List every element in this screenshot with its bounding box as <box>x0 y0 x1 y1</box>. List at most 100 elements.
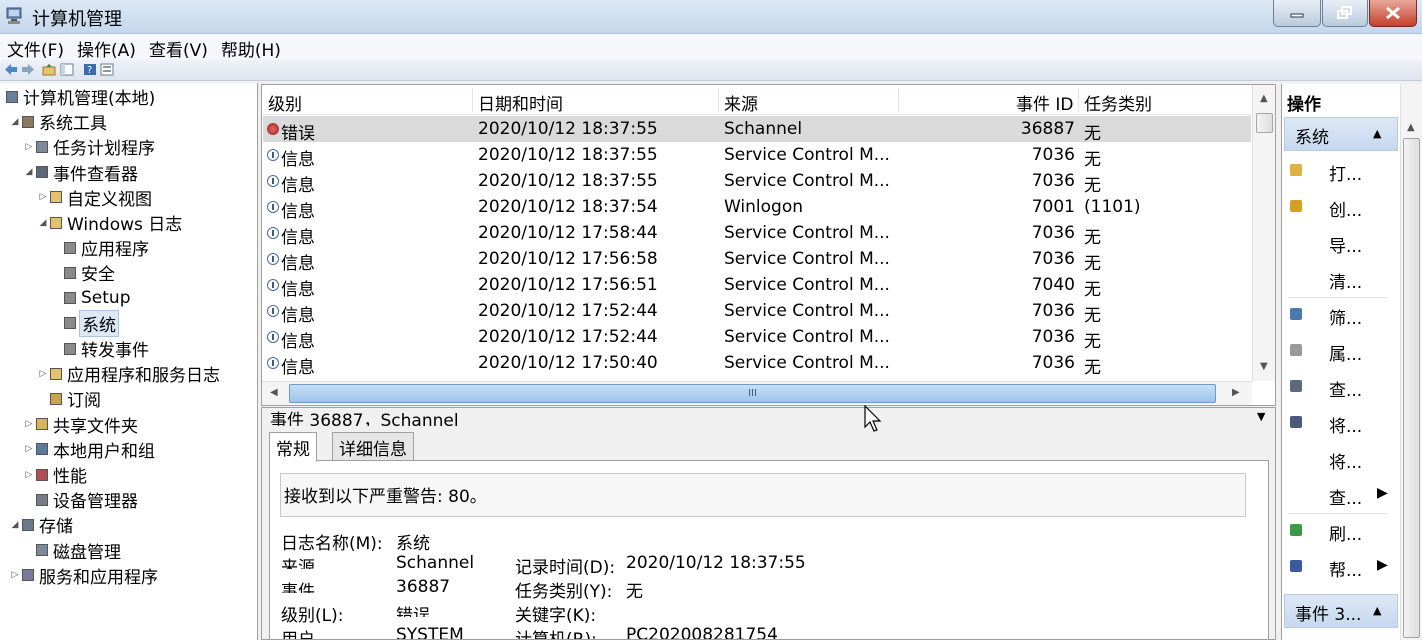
scroll-down-icon[interactable]: ▼ <box>1260 361 1268 372</box>
collapsed-arrow-icon[interactable]: ▷ <box>24 142 34 152</box>
scroll-up-icon[interactable]: ▲ <box>1407 122 1415 133</box>
event-row[interactable]: 信息 2020/10/12 17:56:51 Service Control M..… <box>263 272 1251 300</box>
event-row[interactable]: 信息 2020/10/12 17:56:58 Service Control M..… <box>263 246 1251 274</box>
tree-item[interactable]: 安全 <box>52 260 117 285</box>
tab-details[interactable]: 详细信息 <box>332 432 414 460</box>
show-hide-tree-icon[interactable] <box>60 63 74 76</box>
action-item[interactable]: 将... <box>1286 442 1398 476</box>
tree-item[interactable]: ◢ Windows 日志 <box>38 210 184 235</box>
tree-item[interactable]: 磁盘管理 <box>24 538 123 563</box>
column-datetime[interactable]: 日期和时间 <box>478 90 563 115</box>
tree-item[interactable]: 转发事件 <box>52 336 151 361</box>
column-separator[interactable] <box>898 88 899 112</box>
action-item[interactable]: 筛... <box>1286 298 1398 332</box>
collapsed-arrow-icon[interactable]: ▷ <box>24 419 34 429</box>
tree-item[interactable]: 设备管理器 <box>24 487 140 512</box>
menu-file[interactable]: 文件(F) <box>0 34 70 61</box>
action-item[interactable]: 刷... <box>1286 514 1398 548</box>
scroll-left-icon[interactable]: ◀ <box>270 387 278 398</box>
tree-item[interactable]: 计算机管理(本地) <box>4 84 157 109</box>
close-button[interactable] <box>1369 0 1417 27</box>
tree-item[interactable]: ▷ 自定义视图 <box>38 185 154 210</box>
scroll-up-icon[interactable]: ▲ <box>1260 93 1268 104</box>
action-item[interactable]: 查... ▶ <box>1286 478 1398 512</box>
tree-item[interactable]: ▷ 本地用户和组 <box>24 437 157 462</box>
action-item[interactable]: 帮... ▶ <box>1286 550 1398 584</box>
action-item[interactable]: 导... <box>1286 226 1398 260</box>
column-source[interactable]: 来源 <box>724 90 758 115</box>
action-item[interactable]: 属... <box>1286 334 1398 368</box>
expanded-arrow-icon[interactable]: ◢ <box>10 520 20 530</box>
event-row[interactable]: 信息 2020/10/12 18:37:55 Service Control M..… <box>263 168 1251 196</box>
event-message[interactable]: 接收到以下严重警告: 80。 <box>280 473 1246 517</box>
collapsed-arrow-icon[interactable]: ▷ <box>10 570 20 580</box>
back-icon[interactable] <box>4 63 18 76</box>
restore-button[interactable] <box>1322 0 1368 27</box>
forward-icon[interactable] <box>21 63 35 76</box>
tree-item[interactable]: 订阅 <box>38 386 103 411</box>
tree-item[interactable]: ▷ 应用程序和服务日志 <box>38 361 222 386</box>
collapsed-arrow-icon[interactable]: ▷ <box>24 470 34 480</box>
up-folder-icon[interactable] <box>42 63 56 76</box>
scroll-right-icon[interactable]: ▶ <box>1232 387 1240 398</box>
event-row[interactable]: 信息 2020/10/12 17:58:44 Service Control M..… <box>263 220 1251 248</box>
actions-group-event[interactable]: 事件 3... ▲ <box>1284 594 1398 628</box>
horizontal-scroll-thumb[interactable]: III <box>289 384 1216 403</box>
column-event-id[interactable]: 事件 ID <box>1016 90 1074 115</box>
column-task-category[interactable]: 任务类别 <box>1084 90 1152 115</box>
expanded-arrow-icon[interactable]: ◢ <box>38 218 48 228</box>
vertical-scroll-thumb[interactable] <box>1256 113 1273 133</box>
event-list-vertical-scrollbar[interactable]: ▲ ▼ <box>1252 85 1275 381</box>
tree-item[interactable]: ◢ 系统工具 <box>10 109 109 134</box>
menu-view[interactable]: 查看(V) <box>142 34 214 61</box>
properties-icon[interactable] <box>100 63 114 76</box>
event-row[interactable]: 信息 2020/10/12 17:50:40 Service Control M..… <box>263 350 1251 378</box>
level-value[interactable]: 错误 <box>396 601 430 617</box>
tree-item[interactable]: 应用程序 <box>52 235 151 260</box>
collapse-detail-icon[interactable]: ▼ <box>1257 410 1265 423</box>
user-value[interactable]: SYSTEM <box>396 625 464 639</box>
actions-scrollbar[interactable]: ▲ <box>1400 84 1422 640</box>
expanded-arrow-icon[interactable]: ◢ <box>10 117 20 127</box>
event-row[interactable]: 信息 2020/10/12 17:52:44 Service Control M..… <box>263 324 1251 352</box>
event-row[interactable]: 错误 2020/10/12 18:37:55 Schannel 36887 无 <box>263 116 1251 144</box>
tree-item[interactable]: ▷ 性能 <box>24 462 89 487</box>
menu-action[interactable]: 操作(A) <box>70 34 142 61</box>
tree-item[interactable]: ◢ 事件查看器 <box>24 160 140 185</box>
event-id-value[interactable]: 36887 <box>396 577 450 597</box>
log-name-value[interactable]: 系统 <box>396 529 430 554</box>
menu-help[interactable]: 帮助(H) <box>214 34 287 61</box>
collapsed-arrow-icon[interactable]: ▷ <box>38 192 48 202</box>
tree-item[interactable]: 系统 <box>52 309 119 337</box>
tree-item[interactable]: ◢ 存储 <box>10 512 75 537</box>
actions-scroll-thumb[interactable] <box>1403 138 1420 638</box>
event-row[interactable]: 信息 2020/10/12 18:37:55 Service Control M..… <box>263 142 1251 170</box>
column-separator[interactable] <box>472 88 473 112</box>
tree-item[interactable]: ▷ 服务和应用程序 <box>10 563 160 588</box>
actions-group-system[interactable]: 系统 ▲ <box>1284 117 1398 151</box>
task-category-value[interactable]: 无 <box>626 577 643 602</box>
minimize-button[interactable] <box>1273 0 1321 27</box>
help-icon[interactable]: ? <box>83 63 97 76</box>
event-row[interactable]: 信息 2020/10/12 17:52:44 Service Control M..… <box>263 298 1251 326</box>
collapsed-arrow-icon[interactable]: ▷ <box>24 444 34 454</box>
tab-general[interactable]: 常规 <box>269 432 317 462</box>
column-separator[interactable] <box>1078 88 1079 112</box>
source-value[interactable]: Schannel <box>396 553 474 573</box>
action-item[interactable]: 打... <box>1286 154 1398 188</box>
tree-item[interactable]: ▷ 共享文件夹 <box>24 412 140 437</box>
action-item[interactable]: 将... <box>1286 406 1398 440</box>
computer-value[interactable]: PC202008281754 <box>626 625 778 639</box>
collapsed-arrow-icon[interactable]: ▷ <box>38 369 48 379</box>
action-item[interactable]: 清... <box>1286 262 1398 296</box>
expanded-arrow-icon[interactable]: ◢ <box>24 167 34 177</box>
tree-item[interactable]: ▷ 任务计划程序 <box>24 134 157 159</box>
event-row[interactable]: 信息 2020/10/12 18:37:54 Winlogon 7001 (1101) <box>263 194 1251 222</box>
action-item[interactable]: 创... <box>1286 190 1398 224</box>
event-list-horizontal-scrollbar[interactable]: ◀ III ▶ <box>262 381 1252 405</box>
logged-value[interactable]: 2020/10/12 18:37:55 <box>626 553 806 573</box>
tree-item[interactable]: Setup <box>52 286 132 311</box>
column-level[interactable]: 级别 <box>268 90 302 115</box>
action-item[interactable]: 查... <box>1286 370 1398 404</box>
column-separator[interactable] <box>718 88 719 112</box>
